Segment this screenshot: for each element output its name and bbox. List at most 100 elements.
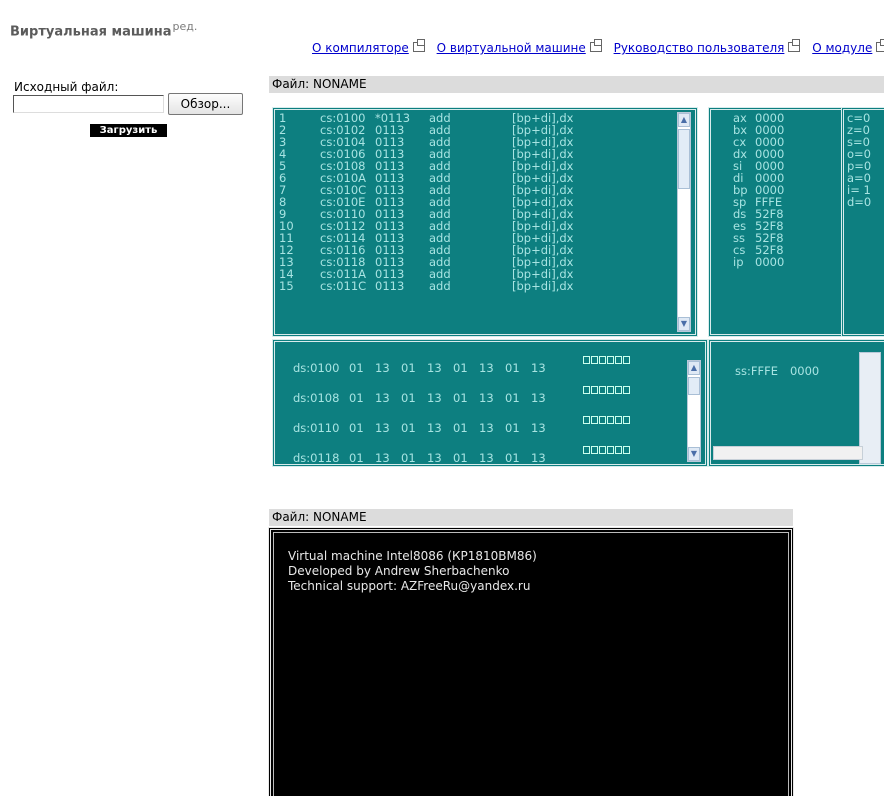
stack-hscrollbar[interactable]	[713, 446, 863, 460]
memory-byte: 01	[453, 451, 468, 465]
memory-byte: 13	[427, 391, 442, 405]
mini-cell	[599, 416, 607, 424]
memory-ascii-preview	[583, 386, 675, 408]
register-name: ip	[733, 255, 744, 269]
mini-cell	[607, 416, 615, 424]
code-mnemonic: add	[429, 279, 451, 293]
memory-byte: 01	[401, 451, 416, 465]
register-value: 0000	[755, 255, 785, 269]
page-title: Виртуальная машинаред.	[10, 20, 198, 40]
memory-byte: 01	[349, 451, 364, 465]
scroll-thumb[interactable]	[678, 129, 690, 189]
mini-cell	[615, 386, 623, 394]
memory-byte: 01	[349, 361, 364, 375]
mini-cell	[615, 356, 623, 364]
memory-byte: 13	[531, 391, 546, 405]
memory-address: ds:0108	[293, 391, 340, 405]
stack-entry: ss:FFFE 0000	[735, 364, 820, 378]
code-pane[interactable]: 1 cs:0100 *0113 add [bp+di],dx 2 cs:0102 0113 ad…	[272, 107, 698, 337]
memory-byte: 01	[401, 391, 416, 405]
link-about-vm[interactable]: О виртуальной машине	[437, 41, 586, 55]
memory-ascii-preview	[583, 446, 675, 464]
console-line: Virtual machine Intel8086 (КР1810ВМ86)	[288, 549, 537, 563]
memory-byte: 13	[479, 421, 494, 435]
flags-pane: c=0 z=0 s=0 o=0 p=0 a=0 i= 1 d=0	[841, 107, 884, 337]
mini-cell	[607, 446, 615, 454]
registers-pane: ax 0000 bx 0000 cx 0000 dx 0000 si 0000 di 0000 bp 00…	[708, 107, 852, 337]
browse-button[interactable]: Обзор...	[168, 93, 243, 115]
link-user-guide[interactable]: Руководство пользователя	[614, 41, 785, 55]
mini-cell	[599, 446, 607, 454]
mini-cell	[591, 386, 599, 394]
memory-byte: 13	[375, 451, 390, 465]
memory-byte: 13	[479, 451, 494, 465]
vm-panel: 1 cs:0100 *0113 add [bp+di],dx 2 cs:0102 0113 ad…	[268, 103, 884, 467]
code-address: cs:011C	[320, 279, 367, 293]
memory-byte: 01	[401, 421, 416, 435]
mini-cell	[623, 416, 631, 424]
stack-pane[interactable]: ss:FFFE 0000	[708, 339, 884, 467]
mini-cell	[591, 356, 599, 364]
upload-button[interactable]: Загрузить	[90, 124, 167, 137]
memory-byte: 13	[427, 421, 442, 435]
memory-byte: 01	[401, 361, 416, 375]
mini-cell	[623, 446, 631, 454]
memory-byte: 13	[531, 421, 546, 435]
memory-byte: 01	[505, 421, 520, 435]
memory-scrollbar[interactable]: ▲ ▼	[687, 360, 701, 462]
source-file-input[interactable]	[13, 95, 164, 113]
memory-byte: 01	[505, 391, 520, 405]
external-link-icon	[589, 39, 602, 52]
mini-cell	[607, 386, 615, 394]
mini-cell	[583, 416, 591, 424]
code-hex: 0113	[375, 279, 405, 293]
mini-cell	[615, 416, 623, 424]
memory-byte: 13	[375, 391, 390, 405]
link-about-module[interactable]: О модуле	[812, 41, 872, 55]
memory-ascii-preview	[583, 416, 675, 438]
code-operands: [bp+di],dx	[512, 279, 574, 293]
scroll-down-icon[interactable]: ▼	[688, 447, 700, 461]
mini-cell	[623, 386, 631, 394]
memory-byte: 01	[505, 451, 520, 465]
memory-byte: 13	[427, 361, 442, 375]
link-about-compiler[interactable]: О компиляторе	[312, 41, 409, 55]
scroll-up-icon[interactable]: ▲	[678, 113, 690, 127]
memory-pane[interactable]: ds:0100 01 13 01 13 01 13 01 13 ds:0108 01 13 01 13 0…	[272, 339, 708, 467]
code-scrollbar[interactable]: ▲ ▼	[677, 112, 691, 332]
memory-address: ds:0110	[293, 421, 340, 435]
flag-value: d=0	[847, 195, 872, 209]
mini-cell	[583, 386, 591, 394]
scroll-up-icon[interactable]: ▲	[688, 361, 700, 375]
external-link-icon	[788, 39, 801, 52]
console-line: Developed by Andrew Sherbachenko	[288, 564, 510, 578]
source-file-label: Исходный файл:	[14, 80, 119, 94]
edit-link[interactable]: ред.	[173, 20, 198, 33]
mini-cell	[583, 446, 591, 454]
scroll-thumb[interactable]	[688, 377, 700, 395]
external-link-icon	[412, 39, 425, 52]
memory-byte: 13	[479, 361, 494, 375]
vm-panel-header: Файл: NONAME	[269, 76, 884, 93]
mini-cell	[615, 446, 623, 454]
mini-cell	[583, 356, 591, 364]
console-panel: Virtual machine Intel8086 (КР1810ВМ86) De…	[268, 527, 794, 796]
memory-byte: 13	[531, 451, 546, 465]
memory-address: ds:0118	[293, 451, 340, 465]
console-panel-header: Файл: NONAME	[269, 509, 793, 526]
memory-address: ds:0100	[293, 361, 340, 375]
mini-cell	[599, 386, 607, 394]
mini-cell	[591, 446, 599, 454]
memory-byte: 13	[375, 421, 390, 435]
mini-cell	[623, 356, 631, 364]
memory-byte: 01	[349, 421, 364, 435]
memory-byte: 13	[531, 361, 546, 375]
top-nav: О компиляторе О виртуальной машине Руков…	[312, 39, 884, 55]
console-line: Technical support: AZFreeRu@yandex.ru	[288, 579, 531, 593]
memory-byte: 01	[349, 391, 364, 405]
memory-byte: 13	[427, 451, 442, 465]
memory-byte: 01	[505, 361, 520, 375]
scroll-down-icon[interactable]: ▼	[678, 317, 690, 331]
memory-byte: 01	[453, 421, 468, 435]
memory-byte: 13	[375, 361, 390, 375]
